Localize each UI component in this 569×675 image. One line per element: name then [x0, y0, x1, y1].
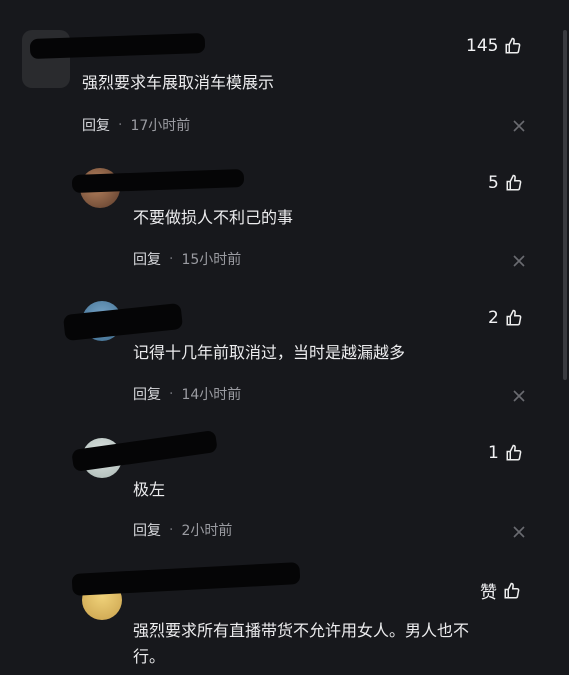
comment-5: 赞 强烈要求所有直播带货不允许用女人。男人也不 行。: [0, 562, 569, 675]
reply-button[interactable]: 回复: [133, 384, 161, 404]
like-count: 145: [466, 36, 499, 56]
comment-text: 记得十几年前取消过，当时是越漏越多: [133, 343, 406, 362]
redacted-username: [71, 430, 218, 472]
redacted-username: [71, 562, 301, 596]
comment-text: 极左: [133, 480, 166, 499]
close-icon[interactable]: [512, 119, 526, 133]
thumbs-up-icon: [506, 444, 522, 461]
comment-2: 5 不要做损人不利己的事 回复 · 15小时前: [0, 160, 569, 290]
comment-meta: 回复 · 15小时前: [133, 249, 241, 269]
comment-4: 1 极左 回复 · 2小时前: [0, 430, 569, 560]
comment-1: 145 强烈要求车展取消车模展示 回复 · 17小时前: [0, 0, 569, 150]
separator-dot: ·: [118, 117, 123, 133]
separator-dot: ·: [169, 251, 174, 267]
comment-meta: 回复 · 17小时前: [82, 115, 190, 135]
reply-button[interactable]: 回复: [82, 115, 110, 135]
like-button[interactable]: 赞: [480, 578, 521, 603]
comment-text: 强烈要求车展取消车模展示: [82, 73, 275, 92]
separator-dot: ·: [169, 522, 174, 538]
reply-button[interactable]: 回复: [133, 249, 161, 269]
comment-3: 2 记得十几年前取消过，当时是越漏越多 回复 · 14小时前: [0, 295, 569, 425]
like-count: 1: [488, 443, 499, 463]
redacted-username: [62, 302, 184, 342]
like-button[interactable]: 145: [466, 36, 522, 56]
like-label: 赞: [480, 583, 497, 603]
reply-button[interactable]: 回复: [133, 520, 161, 540]
thumbs-up-icon: [506, 309, 522, 326]
timestamp: 15小时前: [181, 252, 242, 268]
close-icon[interactable]: [512, 525, 526, 539]
like-count: 2: [488, 308, 499, 328]
comment-text-line-1: 强烈要求所有直播带货不允许用女人。男人也不: [133, 621, 470, 640]
like-count: 5: [488, 173, 499, 193]
timestamp: 14小时前: [181, 387, 242, 403]
timestamp: 2小时前: [181, 523, 233, 539]
comment-meta: 回复 · 2小时前: [133, 520, 232, 540]
like-button[interactable]: 5: [488, 173, 523, 193]
comment-meta: 回复 · 14小时前: [133, 384, 241, 404]
comment-text-line-2: 行。: [133, 647, 166, 666]
close-icon[interactable]: [512, 254, 526, 268]
like-button[interactable]: 1: [488, 443, 523, 463]
thumbs-up-icon: [505, 37, 521, 54]
thumbs-up-icon: [504, 582, 520, 598]
comment-text: 不要做损人不利己的事: [133, 208, 294, 227]
like-button[interactable]: 2: [488, 308, 523, 328]
thumbs-up-icon: [506, 174, 522, 191]
close-icon[interactable]: [512, 389, 526, 403]
separator-dot: ·: [169, 386, 174, 402]
timestamp: 17小时前: [130, 118, 191, 134]
